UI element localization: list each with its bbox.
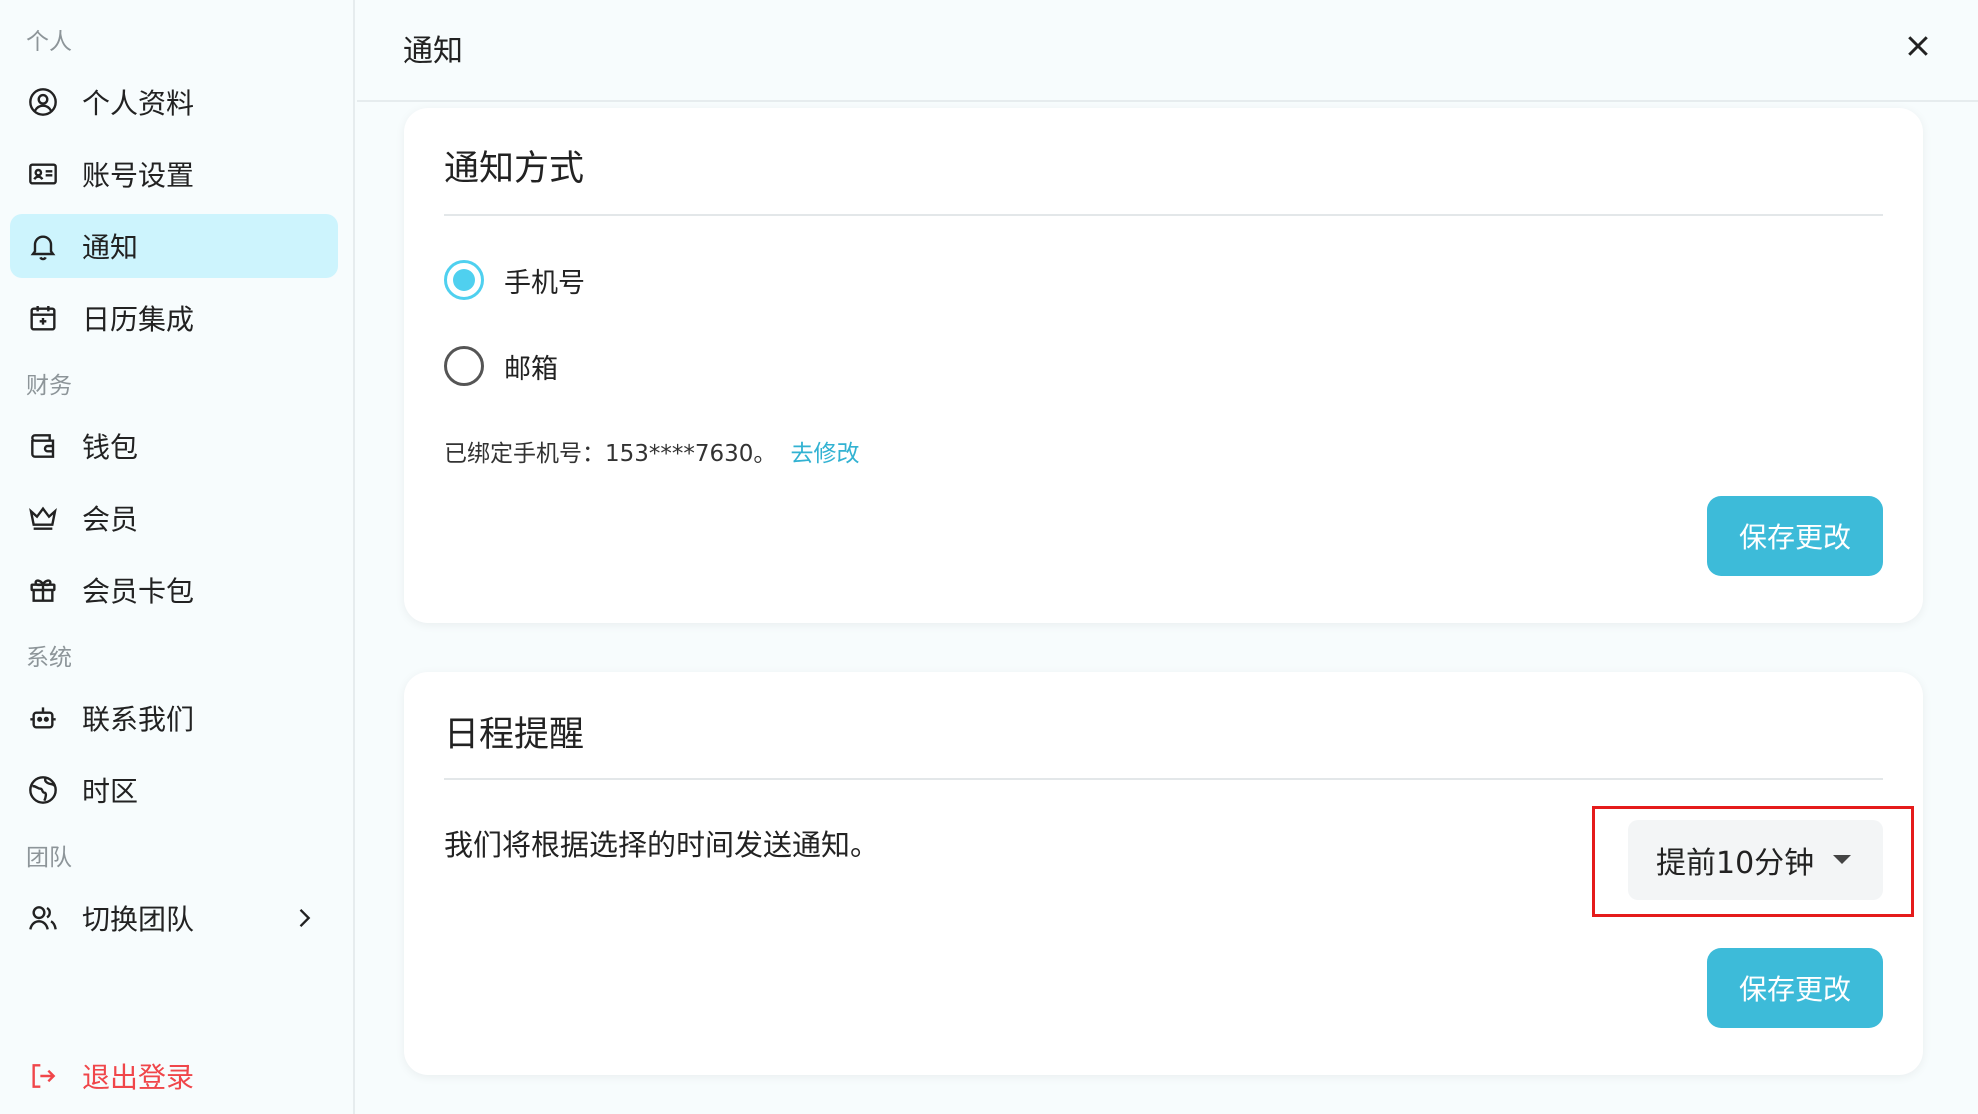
sidebar-item-membership[interactable]: 会员: [10, 486, 338, 550]
save-button-schedule-reminder[interactable]: 保存更改: [1707, 948, 1883, 1028]
robot-icon: [26, 701, 60, 735]
sidebar-item-label: 切换团队: [82, 903, 195, 936]
schedule-reminder-description: 我们将根据选择的时间发送通知。: [444, 828, 880, 862]
globe-icon: [26, 773, 60, 807]
bound-phone-info: 已绑定手机号：153****7630。 去修改: [444, 434, 859, 468]
sidebar-item-label: 会员卡包: [82, 575, 195, 608]
sidebar-item-label: 联系我们: [82, 703, 195, 736]
sidebar-item-account[interactable]: 账号设置: [10, 142, 338, 206]
chevron-right-icon: [290, 904, 318, 932]
page-header: 通知: [357, 0, 1978, 102]
sidebar-item-label: 个人资料: [82, 87, 195, 120]
radio-button[interactable]: [444, 346, 484, 386]
users-icon: [26, 901, 60, 935]
sidebar-item-timezone[interactable]: 时区: [10, 758, 338, 822]
wallet-icon: [26, 429, 60, 463]
app-root: 个人 个人资料 账号设置 通知 日历集成 财务 钱包 会员 会员卡包 系统 联系…: [0, 0, 1978, 1114]
radio-option-phone[interactable]: 手机号: [444, 260, 585, 300]
user-circle-icon: [26, 85, 60, 119]
section-label-personal: 个人: [26, 29, 72, 55]
logout-icon: [26, 1059, 60, 1093]
sidebar-item-member-cards[interactable]: 会员卡包: [10, 558, 338, 622]
radio-label: 邮箱: [504, 353, 558, 385]
sidebar-item-label: 通知: [82, 231, 139, 264]
sidebar-item-wallet[interactable]: 钱包: [10, 414, 338, 478]
divider: [444, 214, 1883, 216]
sidebar-item-profile[interactable]: 个人资料: [10, 70, 338, 134]
highlight-box: [1592, 806, 1914, 917]
section-label-system: 系统: [26, 645, 72, 671]
logout-label: 退出登录: [82, 1061, 195, 1094]
notify-method-title: 通知方式: [444, 149, 585, 189]
section-label-finance: 财务: [26, 373, 72, 399]
sidebar-item-label: 日历集成: [82, 303, 195, 336]
sidebar-item-label: 钱包: [82, 431, 139, 464]
sidebar-item-contact[interactable]: 联系我们: [10, 686, 338, 750]
crown-icon: [26, 501, 60, 535]
sidebar-item-notifications[interactable]: 通知: [10, 214, 338, 278]
radio-button-checked[interactable]: [444, 260, 484, 300]
gift-icon: [26, 573, 60, 607]
close-icon: [1908, 36, 1928, 56]
calendar-plus-icon: [26, 301, 60, 335]
sidebar: 个人 个人资料 账号设置 通知 日历集成 财务 钱包 会员 会员卡包 系统 联系…: [0, 0, 355, 1114]
logout-button[interactable]: 退出登录: [10, 1044, 338, 1108]
id-card-icon: [26, 157, 60, 191]
sidebar-item-label: 时区: [82, 775, 139, 808]
page-title: 通知: [403, 34, 463, 69]
bell-icon: [26, 229, 60, 263]
sidebar-item-switch-team[interactable]: 切换团队: [10, 886, 338, 950]
sidebar-item-label: 账号设置: [82, 159, 195, 192]
radio-label: 手机号: [504, 267, 585, 299]
divider: [444, 778, 1883, 780]
sidebar-item-calendar[interactable]: 日历集成: [10, 286, 338, 350]
bound-phone-text: 已绑定手机号：153****7630。: [444, 441, 777, 467]
change-phone-link[interactable]: 去修改: [790, 441, 859, 467]
sidebar-item-label: 会员: [82, 503, 139, 536]
schedule-reminder-title: 日程提醒: [444, 715, 585, 755]
close-button[interactable]: [1900, 28, 1936, 64]
radio-option-email[interactable]: 邮箱: [444, 346, 558, 386]
section-label-team: 团队: [26, 845, 72, 871]
save-button-notify-method[interactable]: 保存更改: [1707, 496, 1883, 576]
notify-method-card: 通知方式 手机号 邮箱 已绑定手机号：153****7630。 去修改 保存更改: [404, 108, 1923, 623]
